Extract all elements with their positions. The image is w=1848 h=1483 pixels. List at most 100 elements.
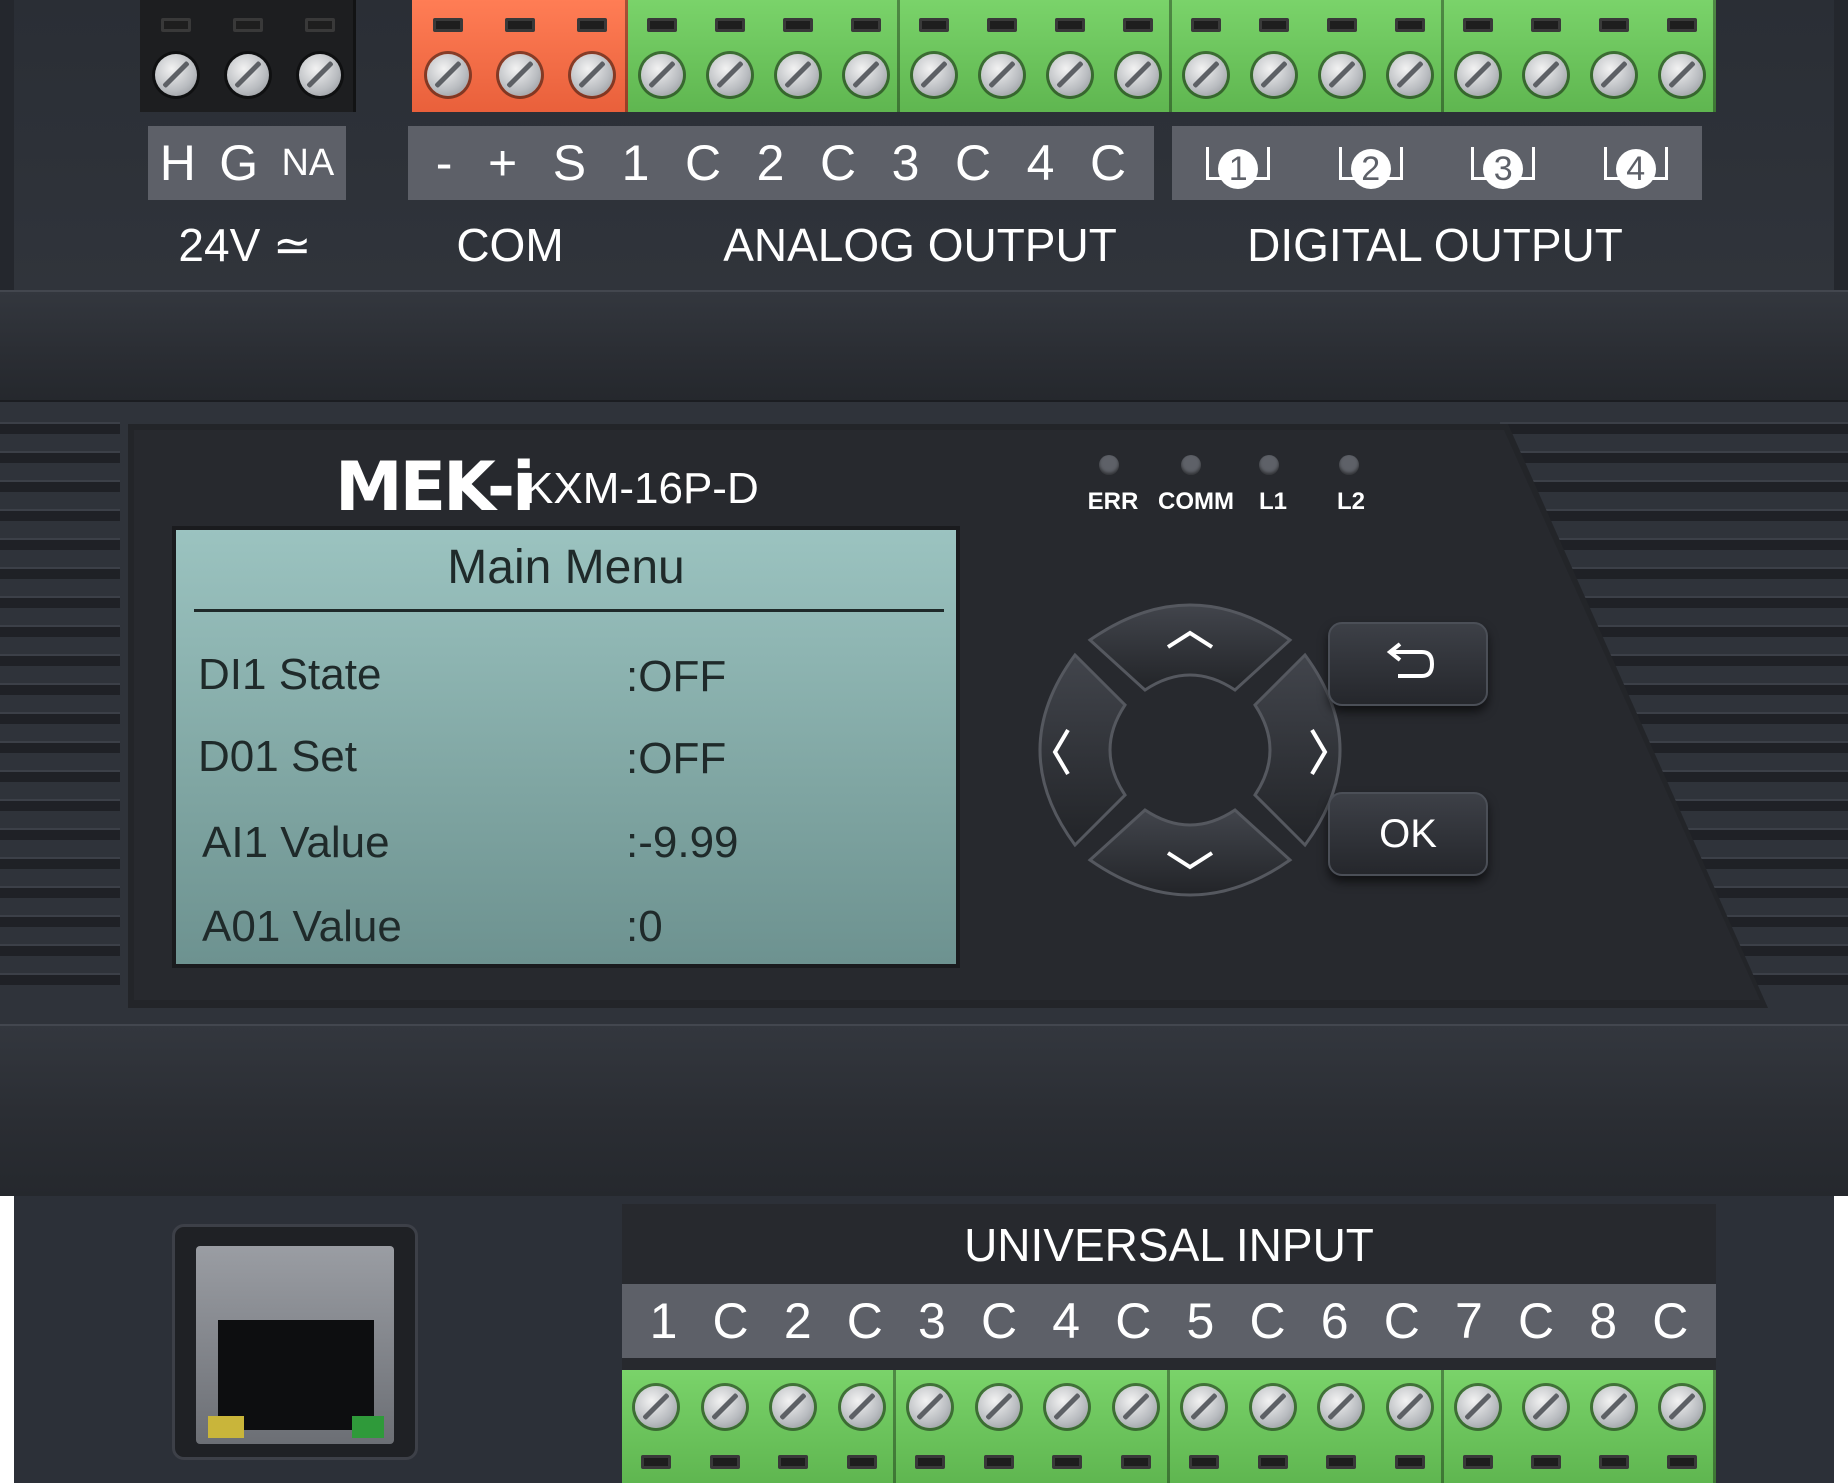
terminal-screw[interactable] — [227, 54, 269, 96]
wire-entry-slot — [1667, 18, 1697, 32]
terminal-screw[interactable] — [427, 54, 469, 96]
terminal-screw[interactable] — [1525, 54, 1567, 96]
analog-terminal-block-2[interactable] — [900, 0, 1172, 112]
terminal-screw[interactable] — [772, 1386, 815, 1428]
wire-entry-slot — [983, 1455, 1014, 1469]
terminal-label: C — [1383, 1293, 1420, 1349]
wire-entry-slot — [1531, 1455, 1561, 1469]
cooling-rib — [0, 944, 120, 956]
terminal-label-h: H — [159, 135, 196, 191]
l1-led — [1259, 455, 1279, 475]
terminal-screw[interactable] — [1661, 54, 1703, 96]
back-button[interactable] — [1328, 622, 1488, 706]
up-button[interactable] — [1087, 603, 1293, 692]
terminal-screw[interactable] — [1457, 54, 1499, 96]
terminal-screw[interactable] — [1185, 54, 1227, 96]
return-arrow-icon — [1386, 642, 1435, 678]
cooling-rib — [0, 451, 120, 463]
power-label-strip: H G NA — [148, 126, 346, 200]
wire-entry-slot — [1120, 1455, 1151, 1469]
terminal-screw[interactable] — [1117, 54, 1159, 96]
terminal-screw[interactable] — [635, 1386, 678, 1428]
terminal-screw[interactable] — [641, 54, 683, 96]
terminal-label: 1 — [649, 1293, 678, 1349]
directional-pad — [1038, 603, 1342, 897]
universal-input-block-1[interactable] — [622, 1370, 896, 1483]
wire-entry-slot — [1055, 18, 1085, 32]
terminal-screw[interactable] — [1320, 1386, 1363, 1428]
terminal-screw[interactable] — [1593, 1386, 1635, 1428]
wire-entry-slot — [1259, 18, 1289, 32]
l2-led-label: L2 — [1336, 488, 1365, 515]
ok-button[interactable]: OK — [1328, 792, 1488, 876]
cooling-rib — [0, 509, 120, 521]
terminal-screw[interactable] — [1388, 1386, 1431, 1428]
terminal-screw[interactable] — [913, 54, 955, 96]
wire-entry-slot — [919, 18, 949, 32]
terminal-screw[interactable] — [571, 54, 613, 96]
terminal-screw[interactable] — [1251, 1386, 1294, 1428]
com-terminal-block[interactable] — [412, 0, 628, 112]
terminal-screw[interactable] — [1049, 54, 1091, 96]
wire-entry-slot — [161, 18, 191, 32]
lcd-row-label: A01 Value — [202, 902, 402, 951]
cooling-rib — [0, 654, 120, 666]
digital-terminal-block-2[interactable] — [1444, 0, 1716, 112]
cooling-rib — [0, 915, 120, 927]
universal-input-block-3[interactable] — [1170, 1370, 1444, 1483]
wire-entry-slot — [647, 18, 677, 32]
cooling-rib — [0, 712, 120, 724]
terminal-screw[interactable] — [1046, 1386, 1089, 1428]
terminal-label: C — [981, 1293, 1018, 1349]
power-terminal-block[interactable] — [140, 0, 356, 112]
wire-entry-slot — [1395, 18, 1425, 32]
universal-input-block-4[interactable] — [1444, 1370, 1716, 1483]
terminal-screw[interactable] — [1389, 54, 1431, 96]
terminal-screw[interactable] — [499, 54, 541, 96]
terminal-screw[interactable] — [709, 54, 751, 96]
terminal-screw[interactable] — [1114, 1386, 1157, 1428]
terminal-screw[interactable] — [1525, 1386, 1567, 1428]
terminal-label: 2 — [756, 135, 785, 191]
terminal-screw[interactable] — [1593, 54, 1635, 96]
terminal-label: S — [552, 135, 587, 191]
universal-input-block-2[interactable] — [896, 1370, 1170, 1483]
terminal-screw[interactable] — [909, 1386, 952, 1428]
terminal-screw[interactable] — [840, 1386, 883, 1428]
terminal-label-g: G — [219, 135, 259, 191]
terminal-screw[interactable] — [703, 1386, 746, 1428]
terminal-label: 7 — [1454, 1293, 1483, 1349]
terminal-label: C — [820, 135, 857, 191]
terminal-screw[interactable] — [155, 54, 197, 96]
terminal-label: 4 — [1026, 135, 1055, 191]
lcd-row-value: :-9.99 — [626, 818, 739, 867]
lcd-row-label: AI1 Value — [202, 818, 390, 867]
terminal-screw[interactable] — [845, 54, 887, 96]
analog-terminal-block-1[interactable] — [628, 0, 900, 112]
terminal-screw[interactable] — [1321, 54, 1363, 96]
terminal-screw[interactable] — [1661, 1386, 1703, 1428]
lcd-row-value: :OFF — [626, 734, 727, 783]
terminal-label: 5 — [1186, 1293, 1215, 1349]
power-section-label: 24V ≃ — [178, 219, 312, 271]
digital-terminal-block-1[interactable] — [1172, 0, 1444, 112]
terminal-screw[interactable] — [777, 54, 819, 96]
cooling-rib — [0, 857, 120, 869]
ethernet-socket[interactable] — [218, 1320, 374, 1430]
terminal-screw[interactable] — [977, 1386, 1020, 1428]
terminal-screw[interactable] — [1253, 54, 1295, 96]
terminal-label-na: NA — [281, 142, 335, 184]
left-button[interactable] — [1038, 652, 1127, 848]
terminal-screw[interactable] — [1183, 1386, 1226, 1428]
din-rail-lower — [0, 1024, 1848, 1196]
relay-label-3: 3 — [1471, 146, 1536, 189]
cooling-rib — [0, 625, 120, 637]
err-led — [1099, 455, 1119, 475]
down-button[interactable] — [1087, 808, 1293, 897]
terminal-screw[interactable] — [299, 54, 341, 96]
cooling-rib — [1500, 480, 1848, 492]
cooling-rib — [0, 480, 120, 492]
ethernet-link-led — [352, 1416, 384, 1438]
terminal-screw[interactable] — [981, 54, 1023, 96]
terminal-screw[interactable] — [1457, 1386, 1499, 1428]
